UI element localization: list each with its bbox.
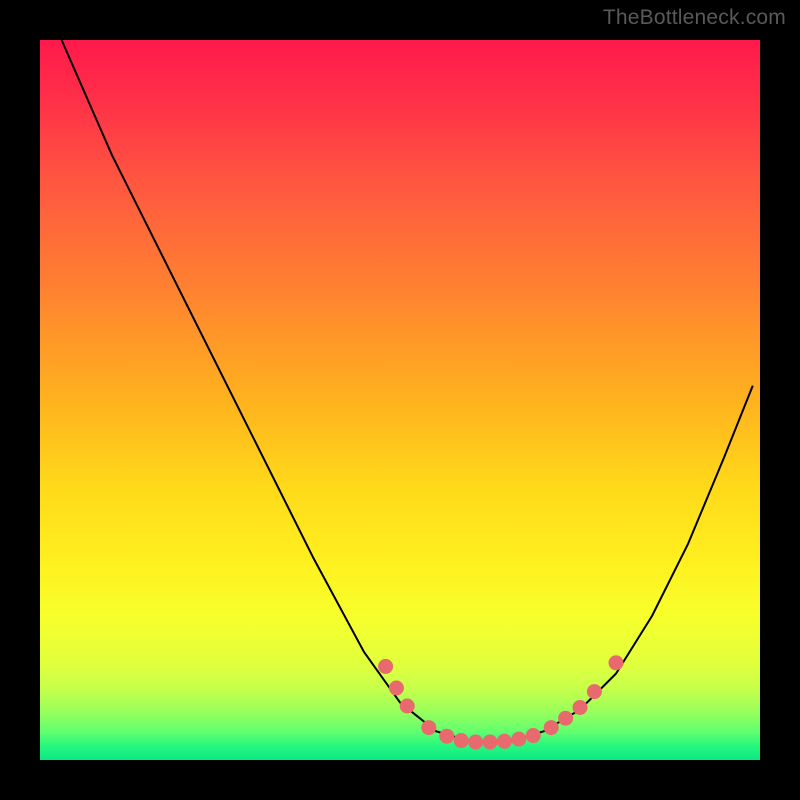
curve-marker bbox=[378, 659, 393, 674]
curve-layer bbox=[40, 40, 760, 760]
curve-marker bbox=[400, 699, 415, 714]
curve-marker bbox=[421, 720, 436, 735]
bottleneck-curve bbox=[62, 40, 753, 742]
plot-area bbox=[40, 40, 760, 760]
chart-stage: TheBottleneck.com bbox=[0, 0, 800, 800]
curve-marker bbox=[454, 733, 469, 748]
curve-marker bbox=[544, 720, 559, 735]
curve-marker bbox=[439, 729, 454, 744]
curve-marker bbox=[526, 728, 541, 743]
curve-marker bbox=[389, 681, 404, 696]
curve-marker bbox=[511, 732, 526, 747]
curve-marker bbox=[609, 655, 624, 670]
curve-marker bbox=[483, 735, 498, 750]
watermark-text: TheBottleneck.com bbox=[603, 6, 786, 30]
curve-marker bbox=[497, 734, 512, 749]
curve-marker bbox=[468, 735, 483, 750]
curve-marker bbox=[587, 684, 602, 699]
curve-marker bbox=[573, 700, 588, 715]
curve-marker bbox=[558, 711, 573, 726]
